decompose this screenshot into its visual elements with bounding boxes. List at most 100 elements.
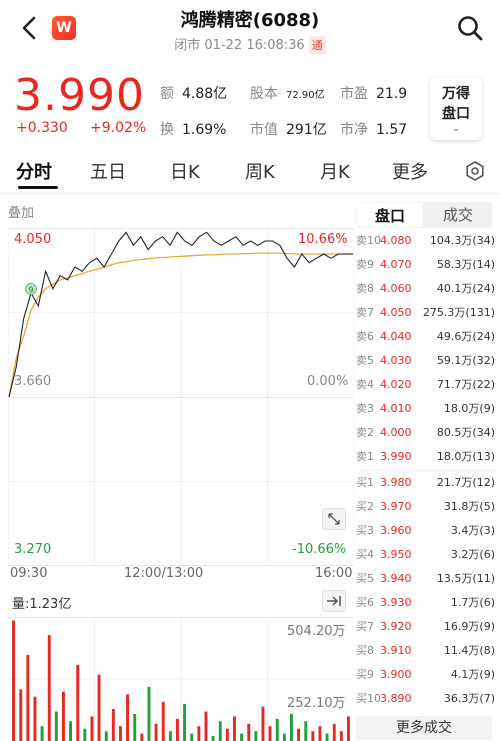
marker-label: 9 [28, 286, 33, 295]
more-trades-button[interactable]: 更多成交 [356, 716, 492, 740]
volume-bar [47, 635, 51, 741]
orderbook-buy-row[interactable]: 买9 3.900 4.1万(9) [356, 665, 498, 685]
settings-gear-icon[interactable] [464, 160, 486, 182]
level-volume: 36.3万(7) [443, 692, 495, 705]
metric-pb: 市净 1.57 [340, 119, 407, 139]
level-volume: 59.1万(32) [436, 354, 495, 367]
orderbook-sell-row[interactable]: 卖8 4.060 40.1万(24) [356, 279, 498, 299]
orderbook-tabs: 盘口 成交 [356, 202, 492, 228]
volume-bar [297, 728, 300, 741]
level-volume: 11.4万(8) [443, 644, 495, 657]
level-label: 卖7 [356, 306, 374, 319]
volume-bar [318, 726, 322, 741]
price-change: +0.330 [16, 120, 68, 136]
orderbook-sell-row[interactable]: 卖6 4.040 49.6万(24) [356, 327, 498, 347]
orderbook-sell-row[interactable]: 卖4 4.020 71.7万(22) [356, 375, 498, 395]
volume-bar [204, 711, 208, 741]
expand-chart-icon[interactable] [322, 508, 346, 530]
vol-mid-label: 252.10万 [287, 696, 346, 711]
tab-more[interactable]: 更多 [392, 158, 428, 184]
level-price: 4.060 [380, 282, 412, 295]
level-price: 4.050 [380, 306, 412, 319]
metric-value: 1.57 [376, 122, 408, 138]
orderbook-sell-row[interactable]: 卖3 4.010 18.0万(9) [356, 399, 498, 419]
volume-bar [325, 733, 329, 741]
level-volume: 40.1万(24) [436, 282, 495, 295]
level-label: 卖3 [356, 402, 374, 415]
metric-value: 1.69% [182, 122, 227, 138]
orderbook-buy-row[interactable]: 买5 3.940 13.5万(11) [356, 569, 498, 589]
level-price: 3.940 [380, 572, 412, 585]
tab-weekly-k[interactable]: 周K [245, 158, 275, 184]
orderbook-sell-row[interactable]: 卖1 3.990 18.0万(13) [356, 447, 498, 467]
level-price: 3.970 [380, 500, 412, 513]
tab-orderbook[interactable]: 盘口 [356, 202, 424, 228]
metric-turnover: 换 1.69% [160, 119, 226, 139]
price-marker: 9 [25, 283, 37, 295]
orderbook-sell-row[interactable]: 卖7 4.050 275.3万(131) [356, 303, 498, 323]
collapse-volume-icon[interactable] [322, 590, 346, 612]
volume-bar [26, 654, 30, 741]
metric-label: 换 [160, 122, 174, 138]
orderbook-buy-row[interactable]: 买4 3.950 3.2万(6) [356, 545, 498, 565]
orderbook-buy-row[interactable]: 买6 3.930 1.7万(6) [356, 593, 498, 613]
overlay-button[interactable]: 叠加 [8, 202, 34, 221]
orderbook-buy-row[interactable]: 买3 3.960 3.4万(3) [356, 521, 498, 541]
volume-bar [190, 733, 194, 741]
search-icon[interactable] [456, 14, 484, 42]
level-label: 买6 [356, 596, 374, 609]
tab-monthly-k[interactable]: 月K [320, 158, 350, 184]
volume-bar [154, 723, 158, 741]
time-close: 16:00 [315, 566, 353, 581]
orderbook-buy-row[interactable]: 买10 3.890 36.3万(7) [356, 689, 498, 709]
volume-bar [304, 721, 308, 741]
level-label: 卖9 [356, 258, 374, 271]
volume-bar [147, 686, 151, 741]
wande-label-1: 万得 [442, 86, 470, 102]
divider [0, 193, 500, 194]
level-price: 3.930 [380, 596, 412, 609]
time-open: 09:30 [10, 566, 48, 581]
volume-bar [347, 716, 350, 741]
volume-bar [240, 733, 243, 741]
volume-bar [33, 696, 37, 741]
volume-bar [133, 713, 137, 741]
orderbook-sell-row[interactable]: 卖5 4.030 59.1万(32) [356, 351, 498, 371]
volume-bar [197, 726, 201, 741]
level-volume: 13.5万(11) [436, 572, 495, 585]
orderbook-buy-row[interactable]: 买1 3.980 21.7万(12) [356, 473, 498, 493]
tab-trades[interactable]: 成交 [424, 202, 492, 228]
metric-label: 额 [160, 86, 174, 102]
intraday-price-chart[interactable]: 9 [8, 228, 354, 566]
time-midday: 12:00/13:00 [124, 566, 204, 581]
vol-max-label: 504.20万 [287, 624, 346, 639]
orderbook-buy-row[interactable]: 买2 3.970 31.8万(5) [356, 497, 498, 517]
price-change-pct: +9.02% [90, 120, 147, 136]
wande-orderbook-button[interactable]: 万得 盘口 ⌄ [430, 78, 482, 140]
level-price: 4.030 [380, 354, 412, 367]
pct-mid-label: 0.00% [307, 374, 349, 389]
pct-high-label: 10.66% [298, 232, 348, 247]
orderbook-sell-row[interactable]: 卖2 4.000 80.5万(34) [356, 423, 498, 443]
volume-bar [339, 731, 343, 741]
metric-value: 4.88亿 [182, 86, 228, 102]
level-volume: 58.3万(14) [436, 258, 495, 271]
tab-5day[interactable]: 五日 [90, 158, 126, 184]
metric-value: 291亿 [286, 122, 327, 138]
orderbook-sell-row[interactable]: 卖9 4.070 58.3万(14) [356, 255, 498, 275]
metric-value: 21.9 [376, 86, 408, 102]
orderbook-buy-row[interactable]: 买7 3.920 16.9万(9) [356, 617, 498, 637]
level-price: 3.890 [380, 692, 412, 705]
volume-bar [40, 726, 44, 741]
orderbook-buy-row[interactable]: 买8 3.910 11.4万(8) [356, 641, 498, 661]
volume-bar [275, 718, 279, 741]
level-price: 4.000 [380, 426, 412, 439]
level-label: 买1 [356, 476, 374, 489]
tab-daily-k[interactable]: 日K [170, 158, 200, 184]
volume-bar [261, 706, 265, 741]
orderbook-sell-row[interactable]: 卖10 4.080 104.3万(34) [356, 231, 498, 251]
level-label: 卖1 [356, 450, 374, 463]
tab-intraday[interactable]: 分时 [16, 158, 52, 184]
volume-bar [311, 731, 315, 741]
volume-bar [19, 689, 23, 741]
